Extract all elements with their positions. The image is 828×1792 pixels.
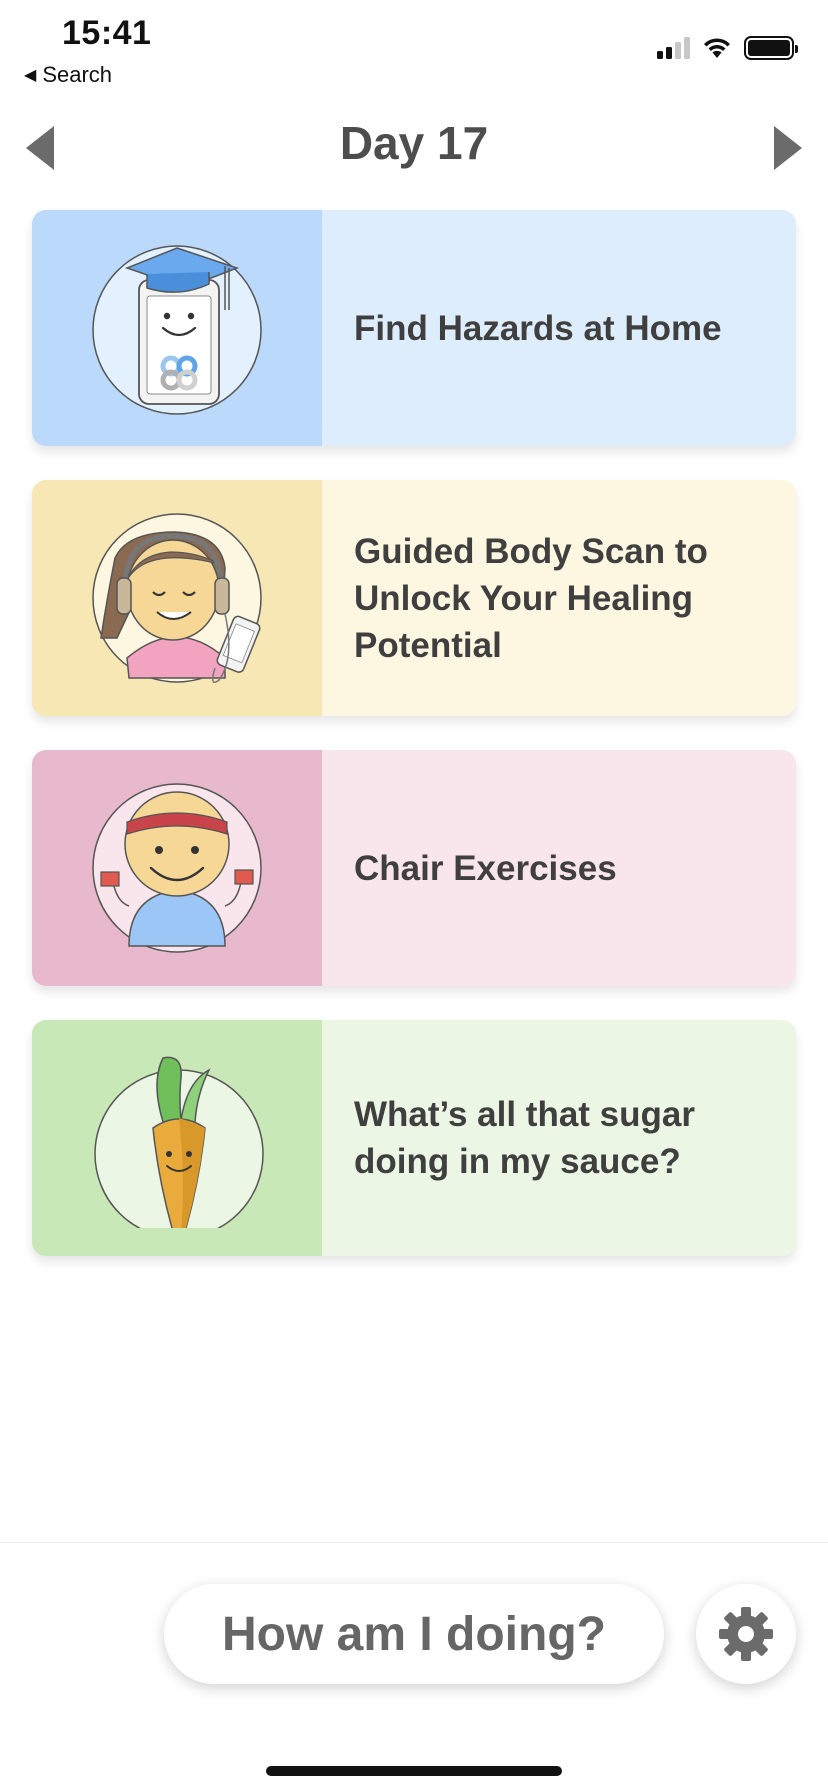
back-label: Search [42,62,113,87]
card-thumbnail [32,480,322,716]
battery-icon [744,36,798,60]
status-icons [657,36,798,60]
card-title: Chair Exercises [322,750,796,986]
card-title: Find Hazards at Home [322,210,796,446]
back-triangle-icon: ◀ [24,67,37,84]
activity-card-body-scan[interactable]: Guided Body Scan to Unlock Your Healing … [32,480,796,716]
next-day-arrow-icon[interactable] [766,124,806,172]
wifi-icon [704,38,730,58]
cellular-signal-icon [657,37,690,59]
graduate-phone-mascot-icon [92,245,262,415]
status-time: 15:41 [62,14,152,52]
smiling-carrot-icon [94,1056,264,1228]
card-thumbnail [32,210,322,446]
card-title: What’s all that sugar doing in my sauce? [322,1020,796,1256]
activity-card-chair-exercises[interactable]: Chair Exercises [32,750,796,986]
girl-with-headphones-icon [92,513,262,683]
man-with-dumbbells-icon [92,783,262,953]
activity-card-find-hazards[interactable]: Find Hazards at Home [32,210,796,446]
settings-button[interactable] [696,1584,796,1684]
back-to-search-link[interactable]: ◀ Search [24,62,112,88]
gear-icon [719,1607,773,1661]
day-title: Day 17 [339,117,489,169]
card-thumbnail [32,750,322,986]
bottom-divider [0,1542,828,1543]
home-indicator [266,1766,562,1776]
day-header: Day 17 [0,112,828,180]
screen: 15:41 ◀ Search Day 17 Find Hazards at Ho… [0,0,828,1792]
card-title: Guided Body Scan to Unlock Your Healing … [322,480,796,716]
card-thumbnail [32,1020,322,1256]
activity-card-sugar-sauce[interactable]: What’s all that sugar doing in my sauce? [32,1020,796,1256]
how-am-i-doing-button[interactable]: How am I doing? [164,1584,664,1684]
